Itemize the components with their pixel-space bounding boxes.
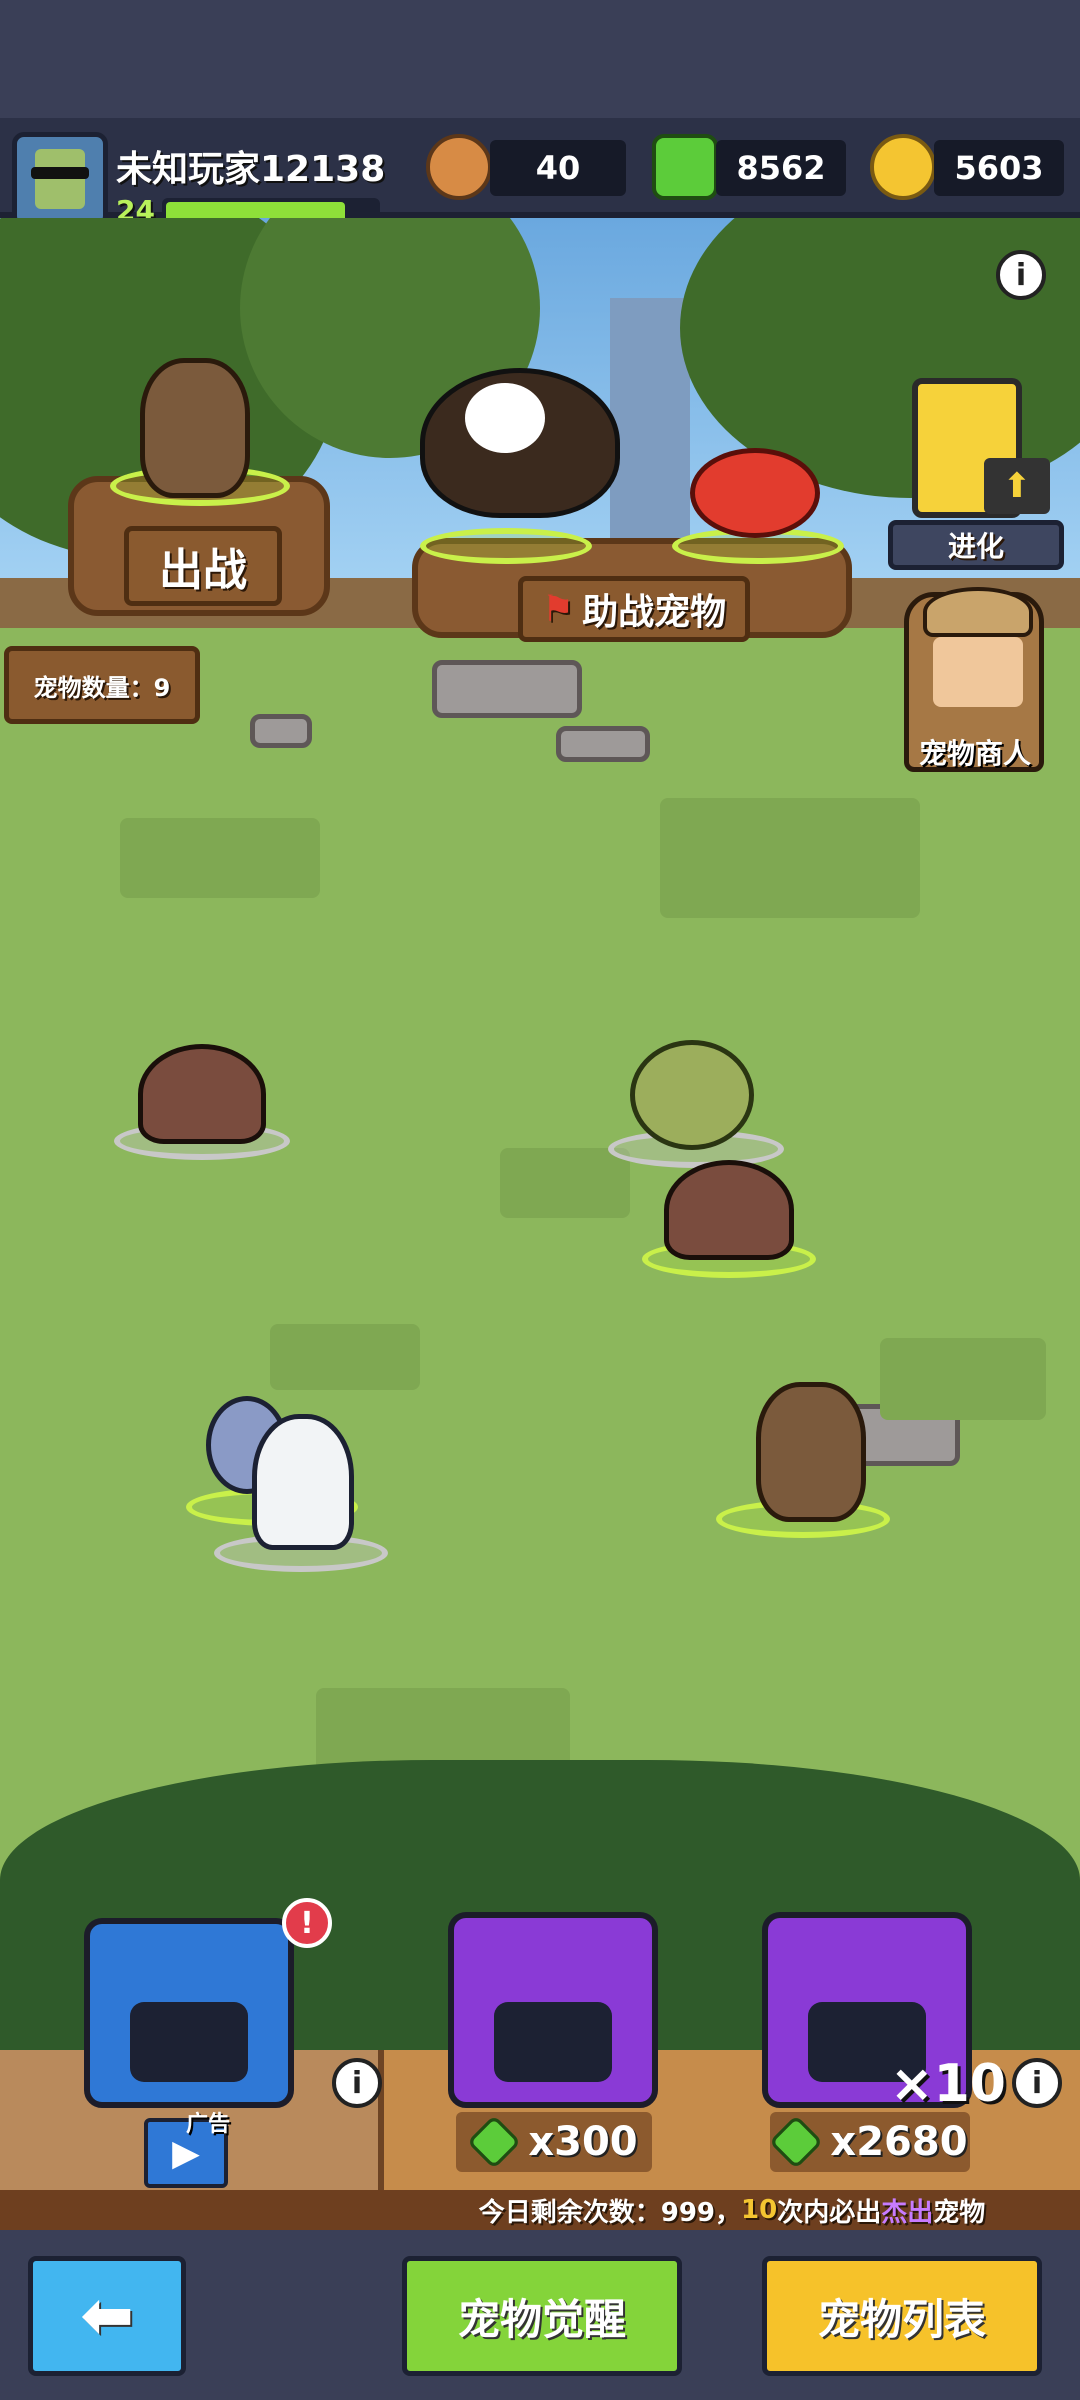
rock <box>556 726 650 762</box>
ten-chest-price-label: x2680 <box>830 2119 968 2165</box>
assist-pets-label: 助战宠物 <box>582 592 727 633</box>
remaining-prefix: 今日剩余次数：999， <box>478 2197 742 2228</box>
player-name: 未知玩家12138 <box>116 149 386 190</box>
paw-token-icon <box>426 134 492 200</box>
grass-patch <box>500 1148 630 1218</box>
gold-count: 5603 <box>934 140 1064 196</box>
info-icon[interactable]: i <box>996 250 1046 300</box>
pet-list-button[interactable]: 宠物列表 <box>762 2256 1042 2376</box>
status-bar <box>0 0 1080 118</box>
grass-patch <box>120 818 320 898</box>
alert-badge: ! <box>282 1898 332 1948</box>
gem-add-icon[interactable] <box>652 134 718 200</box>
eagle-head <box>465 383 545 453</box>
remaining-count: 10 <box>741 2195 778 2225</box>
ad-chest-info-icon[interactable]: i <box>332 2058 382 2108</box>
chest-face <box>494 2002 612 2082</box>
paw-token-count: 40 <box>490 140 626 196</box>
grass-patch <box>660 798 920 918</box>
chest-face <box>130 2002 248 2082</box>
merchant-face <box>933 637 1023 707</box>
ten-chest-info-icon[interactable]: i <box>1012 2058 1062 2108</box>
remaining-suffix: 宠物 <box>933 2197 986 2228</box>
assist-pets-sign[interactable]: ⚑ 助战宠物 <box>518 576 750 642</box>
single-chest-price[interactable]: x300 <box>456 2112 652 2172</box>
remaining-draws: 今日剩余次数：999， 10 次内必出 杰出 宠物 <box>384 2190 1080 2230</box>
gold-add-icon[interactable] <box>870 134 936 200</box>
robot-pet-icon[interactable] <box>252 1414 354 1550</box>
ad-label: 广告 <box>186 2112 231 2137</box>
evolve-label[interactable]: 进化 <box>888 520 1064 570</box>
remaining-middle: 次内必出 <box>777 2197 882 2228</box>
city-building <box>610 298 690 558</box>
eagle-ring <box>420 528 592 564</box>
single-chest[interactable] <box>448 1912 658 2108</box>
arrow-up-icon: ⬆ <box>984 458 1050 514</box>
german-shepherd-pet-icon[interactable] <box>140 358 250 498</box>
avatar[interactable] <box>12 132 108 228</box>
turtle-pet-icon[interactable] <box>138 1044 266 1144</box>
grass-patch <box>880 1338 1046 1420</box>
deploy-sign[interactable]: 出战 <box>124 526 282 606</box>
ad-chest[interactable] <box>84 1918 294 2108</box>
merchant-hat <box>923 587 1033 637</box>
rock <box>250 714 312 748</box>
remaining-rarity: 杰出 <box>881 2197 934 2228</box>
ten-chest-price[interactable]: x2680 <box>769 2112 970 2172</box>
gem-icon <box>467 2114 522 2170</box>
gem-count: 8562 <box>716 140 846 196</box>
game-screen: 未知玩家12138 24 40 8562 5603 出战 ⚑ 助战宠物 ⬆ 进化 … <box>0 0 1080 2400</box>
sunglasses-icon <box>31 167 89 179</box>
avatar-face <box>35 149 85 209</box>
flag-icon: ⚑ <box>541 588 575 630</box>
pet-awaken-button[interactable]: 宠物觉醒 <box>402 2256 682 2376</box>
single-chest-price-label: x300 <box>528 2119 638 2165</box>
gem-icon <box>769 2114 824 2170</box>
turtle-pet-icon[interactable] <box>664 1160 794 1260</box>
crab-pet-icon[interactable] <box>690 448 820 538</box>
german-shepherd-pet-icon[interactable] <box>756 1382 866 1522</box>
grass-patch <box>270 1324 420 1390</box>
pet-count-sign: 宠物数量：9 <box>4 646 200 724</box>
back-button[interactable]: ⬅ <box>28 2256 186 2376</box>
rock <box>432 660 582 718</box>
frog-pet-icon[interactable] <box>630 1040 754 1150</box>
eagle-pet-icon[interactable] <box>420 368 620 518</box>
ten-chest-multiplier: ×10 <box>890 2054 1006 2114</box>
merchant-label: 宠物商人 <box>918 737 1031 770</box>
